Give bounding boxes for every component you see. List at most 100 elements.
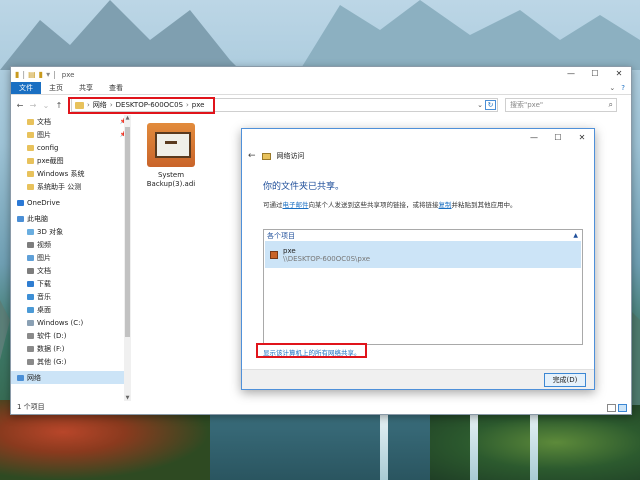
recent-dropdown-icon[interactable]: ⌄ xyxy=(41,101,51,110)
dialog-minimize-button[interactable]: — xyxy=(522,129,546,147)
network-access-dialog: — ☐ ✕ ← 网络访问 你的文件夹已共享。 可通过电子邮件向某个人发送到这些共… xyxy=(241,128,595,390)
sidebar-item-label: 软件 (D:) xyxy=(37,331,67,340)
dialog-close-button[interactable]: ✕ xyxy=(570,129,594,147)
dialog-footer: 完成(D) xyxy=(242,369,594,389)
sidebar-item-label: 下载 xyxy=(37,279,51,288)
scroll-down-icon[interactable]: ▼ xyxy=(124,395,131,401)
status-bar-count: 1 个项目 xyxy=(17,403,45,411)
sidebar-item-icon xyxy=(27,144,34,151)
email-link[interactable]: 电子邮件 xyxy=(283,201,309,209)
dialog-maximize-button[interactable]: ☐ xyxy=(546,129,570,147)
dialog-description: 可通过电子邮件向某个人发送到这些共享项的链接，或将链接复制并粘贴到其他应用中。 xyxy=(263,199,517,209)
sidebar-item-label: 视频 xyxy=(37,240,51,249)
ribbon-controls: ⌄ ? xyxy=(609,82,631,94)
search-icon: ⌕ xyxy=(608,100,613,109)
sidebar-item[interactable]: Windows 系统 xyxy=(11,167,131,180)
sidebar-item[interactable]: 图片📌 xyxy=(11,128,131,141)
sidebar-item[interactable]: pxe截图 xyxy=(11,154,131,167)
maximize-button[interactable]: ☐ xyxy=(583,67,607,82)
sidebar-item-icon xyxy=(27,118,34,125)
large-icons-view-icon[interactable] xyxy=(618,404,627,412)
desc-text: 向某个人发送到这些共享项的链接，或将链接 xyxy=(308,201,439,209)
window-title: pxe xyxy=(61,70,75,79)
sidebar-item[interactable]: 3D 对象 xyxy=(11,225,131,238)
separator: | xyxy=(22,70,26,79)
done-button[interactable]: 完成(D) xyxy=(544,373,586,387)
desktop-waterfall xyxy=(530,415,538,480)
file-name-line1: System xyxy=(157,171,185,179)
sidebar-scrollbar[interactable]: ▲ ▼ xyxy=(124,115,131,401)
sidebar-item-icon xyxy=(27,319,34,326)
folder-icon[interactable]: ▮ xyxy=(15,70,19,79)
title-bar: ▮ | ▤ ▮ ▾ | pxe — ☐ ✕ xyxy=(11,67,631,82)
sidebar-item[interactable]: Windows (C:) xyxy=(11,316,131,329)
share-item-name: pxe xyxy=(283,246,296,255)
scroll-thumb[interactable] xyxy=(125,127,130,337)
sidebar-item-icon xyxy=(27,183,34,190)
back-arrow-icon[interactable]: ← xyxy=(15,101,25,110)
tab-file[interactable]: 文件 xyxy=(11,82,41,94)
collapse-caret-icon[interactable]: ▲ xyxy=(573,232,578,239)
sidebar-item[interactable]: 此电脑 xyxy=(11,212,131,225)
minimize-button[interactable]: — xyxy=(559,67,583,82)
sidebar-item-label: OneDrive xyxy=(27,198,60,207)
sidebar-item[interactable]: 文档📌 xyxy=(11,115,131,128)
dialog-header: ← 网络访问 xyxy=(248,151,305,161)
list-item[interactable]: pxe \\DESKTOP-600OC0S\pxe xyxy=(265,241,581,268)
sidebar-item[interactable]: 图片 xyxy=(11,251,131,264)
search-box[interactable]: 搜索"pxe" ⌕ xyxy=(505,98,617,112)
sidebar-item-label: Windows 系统 xyxy=(37,169,85,178)
scroll-up-icon[interactable]: ▲ xyxy=(124,115,131,121)
sidebar-item[interactable]: 网络 xyxy=(11,371,131,384)
file-name-line2: Backup(3).adi xyxy=(146,180,196,188)
properties-icon[interactable]: ▤ xyxy=(28,70,36,79)
sidebar-item[interactable]: 视频 xyxy=(11,238,131,251)
sidebar-item-icon xyxy=(27,345,34,352)
sidebar-item-label: 此电脑 xyxy=(27,214,48,223)
sidebar-item-icon xyxy=(27,332,34,339)
sidebar-item-label: 图片 xyxy=(37,130,51,139)
desc-text: 并粘贴到其他应用中。 xyxy=(451,201,517,209)
sidebar-item-icon xyxy=(27,358,34,365)
forward-arrow-icon[interactable]: → xyxy=(28,101,38,110)
network-share-icon xyxy=(261,152,271,160)
file-item-system-backup[interactable]: System Backup(3).adi xyxy=(143,123,199,189)
sidebar-item[interactable]: 其他 (G:) xyxy=(11,355,131,368)
customize-chevron-icon[interactable]: ▾ xyxy=(46,70,50,79)
desktop-waterfall xyxy=(380,415,388,480)
sidebar-item[interactable]: 下载 xyxy=(11,277,131,290)
tab-home[interactable]: 主页 xyxy=(41,82,71,94)
new-folder-icon[interactable]: ▮ xyxy=(39,70,43,79)
view-toggle xyxy=(607,404,627,412)
window-buttons: — ☐ ✕ xyxy=(559,67,631,82)
ribbon-tabs: 文件 主页 共享 查看 ⌄ ? xyxy=(11,82,631,95)
refresh-icon[interactable]: ↻ xyxy=(485,100,496,110)
close-button[interactable]: ✕ xyxy=(607,67,631,82)
desc-text: 可通过 xyxy=(263,201,283,209)
share-item-path: \\DESKTOP-600OC0S\pxe xyxy=(283,254,371,263)
sidebar-item[interactable]: config xyxy=(11,141,131,154)
help-icon[interactable]: ? xyxy=(621,82,625,94)
sidebar-item[interactable]: 软件 (D:) xyxy=(11,329,131,342)
sidebar-item[interactable]: 系统助手 公测 xyxy=(11,180,131,193)
up-arrow-icon[interactable]: ↑ xyxy=(54,101,64,110)
back-arrow-icon[interactable]: ← xyxy=(248,151,256,161)
sidebar-item[interactable]: OneDrive xyxy=(11,196,131,209)
sidebar-item[interactable]: 数据 (F:) xyxy=(11,342,131,355)
search-input[interactable]: 搜索"pxe" xyxy=(510,100,543,110)
sidebar-item-label: 网络 xyxy=(27,373,41,382)
expand-ribbon-icon[interactable]: ⌄ xyxy=(609,82,615,94)
tab-share[interactable]: 共享 xyxy=(71,82,101,94)
dialog-title-bar: — ☐ ✕ xyxy=(242,129,594,147)
separator: | xyxy=(53,70,56,79)
sidebar-item[interactable]: 音乐 xyxy=(11,290,131,303)
list-group-header[interactable]: 各个项目 ▲ xyxy=(264,230,582,241)
tab-view[interactable]: 查看 xyxy=(101,82,131,94)
copy-link[interactable]: 复制 xyxy=(439,201,452,209)
dialog-title: 你的文件夹已共享。 xyxy=(263,182,345,192)
details-view-icon[interactable] xyxy=(607,404,616,412)
sidebar-item[interactable]: 文档 xyxy=(11,264,131,277)
desktop-waterfall xyxy=(470,415,478,480)
sidebar-item[interactable]: 桌面 xyxy=(11,303,131,316)
address-dropdown-icon[interactable]: ⌄ xyxy=(477,101,483,109)
